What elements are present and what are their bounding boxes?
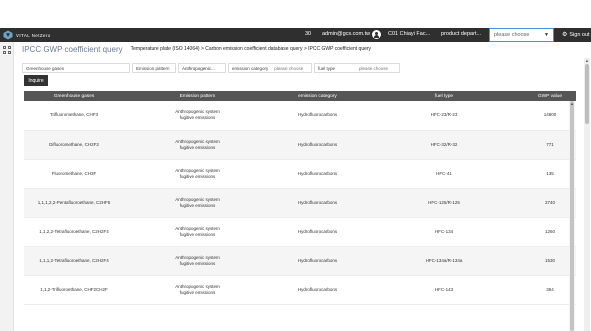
- cell-gas: 1,1,1,2-Tetrafluoroethane, C2H2F4: [24, 246, 124, 276]
- cell-gas: 1,1,2,2-Tetrafluoroethane, C2H2F4: [24, 217, 124, 247]
- cell-pattern: Anthropogenic system fugitive emissions: [124, 101, 271, 131]
- chevron-down-icon: ▼: [544, 32, 549, 38]
- results-table: Greenhouse gases Emission pattern emissi…: [24, 91, 576, 331]
- cell-pattern: Anthropogenic system fugitive emissions: [124, 130, 271, 160]
- header-emission-category[interactable]: emission category: [271, 91, 364, 101]
- cell-pattern: Anthropogenic system fugitive emissions: [124, 246, 271, 276]
- notification-count[interactable]: 30: [305, 31, 311, 37]
- cell-category: Hydrofluorocarbons: [271, 101, 364, 131]
- table-row[interactable]: 1,1,2-Trifluoroethane, CHF2CH2F Anthropo…: [24, 275, 576, 305]
- cell-category: Hydrofluorocarbons: [271, 130, 364, 160]
- table-scrollbar[interactable]: ▲: [569, 101, 575, 331]
- sign-out-button[interactable]: ⚙ Sign out: [562, 31, 590, 39]
- table-row[interactable]: 1,1,1,2-Tetrafluoroethane, C2H2F4 Anthro…: [24, 246, 576, 276]
- sidebar: [0, 42, 14, 331]
- table-row[interactable]: Fluoromethane, CH3F Anthropogenic system…: [24, 159, 576, 189]
- cell-category: Hydrofluorocarbons: [271, 159, 364, 189]
- table-row[interactable]: Difluoromethane, CH2F2 Anthropogenic sys…: [24, 130, 576, 160]
- emission-pattern-value: Anthropogenic...: [182, 65, 215, 71]
- header-gwp-value[interactable]: GWP value: [524, 91, 576, 101]
- table-scrollbar-thumb[interactable]: [570, 101, 574, 331]
- vital-logo-icon: [3, 30, 13, 40]
- scroll-up-icon[interactable]: ▲: [569, 101, 575, 107]
- department-selector[interactable]: product depart...: [441, 31, 481, 37]
- fuel-type-label: fuel type: [318, 65, 336, 71]
- title-bar: IPCC GWP coefficient query Temperature p…: [14, 42, 591, 56]
- cell-pattern: Anthropogenic system fugitive emissions: [124, 159, 271, 189]
- emission-pattern-select[interactable]: Anthropogenic...: [178, 63, 226, 73]
- cell-fuel: HFC-143: [364, 275, 524, 305]
- cell-gas: Difluoromethane, CH2F2: [24, 130, 124, 160]
- greenhouse-gases-input[interactable]: Greenhouse gases: [22, 63, 130, 73]
- emission-category-select[interactable]: emission category please choose: [228, 63, 312, 73]
- user-email[interactable]: admin@gcs.com.tw: [322, 31, 370, 37]
- cell-category: Hydrofluorocarbons: [271, 217, 364, 247]
- factory-selector[interactable]: C01 Chiayi Fac...: [388, 31, 430, 37]
- header-fuel-type[interactable]: fuel type: [364, 91, 524, 101]
- logo[interactable]: VITAL NetZero: [3, 28, 51, 42]
- table-row[interactable]: 1,1,2,2-Tetrafluoroethane, C2H2F4 Anthro…: [24, 217, 576, 247]
- cell-pattern: Anthropogenic system fugitive emissions: [124, 275, 271, 305]
- fuel-type-select[interactable]: fuel type please choose: [314, 63, 400, 73]
- cell-fuel: HFC-134a/R-134a: [364, 246, 524, 276]
- cell-fuel: HFC-125/R-125: [364, 188, 524, 218]
- table-header-row: Greenhouse gases Emission pattern emissi…: [24, 91, 576, 101]
- cell-category: Hydrofluorocarbons: [271, 275, 364, 305]
- header-greenhouse-gases[interactable]: Greenhouse gases: [24, 91, 124, 101]
- emission-pattern-label-box: Emission pattern: [132, 63, 176, 73]
- cell-pattern: Anthropogenic system fugitive emissions: [124, 188, 271, 218]
- cell-gas: 1,1,2-Trifluoroethane, CHF2CH2F: [24, 275, 124, 305]
- cell-fuel: HFC-23/R-23: [364, 101, 524, 131]
- breadcrumb[interactable]: Temperature plate (ISO 14064) > Carbon e…: [131, 46, 371, 52]
- emission-category-value: please choose: [274, 65, 304, 71]
- filter-bar: Greenhouse gases Emission pattern Anthro…: [22, 62, 402, 74]
- cell-fuel: HFC-134: [364, 217, 524, 247]
- inquire-button[interactable]: Inquire: [24, 75, 48, 86]
- logo-text: VITAL NetZero: [16, 32, 51, 38]
- sign-out-label: Sign out: [569, 31, 590, 38]
- grid-menu-icon[interactable]: [3, 46, 11, 54]
- topbar-select-value: please choose: [494, 32, 530, 38]
- table-row[interactable]: Trifluoromethane, CHF3 Anthropogenic sys…: [24, 101, 576, 131]
- user-avatar-icon[interactable]: [372, 30, 381, 39]
- cell-gas: 1,1,1,2,2-Pentafluoroethane, C2HF5: [24, 188, 124, 218]
- cell-category: Hydrofluorocarbons: [271, 246, 364, 276]
- cell-pattern: Anthropogenic system fugitive emissions: [124, 217, 271, 247]
- gear-icon: ⚙: [562, 32, 568, 38]
- emission-pattern-label: Emission pattern: [136, 65, 170, 71]
- cell-gas: Trifluoromethane, CHF3: [24, 101, 124, 131]
- cell-fuel: HFC-32/R-32: [364, 130, 524, 160]
- cell-gas: Fluoromethane, CH3F: [24, 159, 124, 189]
- page-scrollbar-thumb[interactable]: [585, 64, 589, 124]
- emission-category-label: emission category: [232, 65, 269, 71]
- table-row[interactable]: 1,1,1,2,2-Pentafluoroethane, C2HF5 Anthr…: [24, 188, 576, 218]
- page-title: IPCC GWP coefficient query: [22, 44, 123, 54]
- topbar-select[interactable]: please choose ▼: [489, 28, 554, 42]
- header-emission-pattern[interactable]: Emission pattern: [124, 91, 271, 101]
- fuel-type-value: please choose: [359, 65, 389, 71]
- cell-category: Hydrofluorocarbons: [271, 188, 364, 218]
- greenhouse-gases-label: Greenhouse gases: [26, 65, 65, 71]
- page-scrollbar[interactable]: ▲: [584, 58, 590, 331]
- cell-fuel: HFC-41: [364, 159, 524, 189]
- top-navigation-bar: VITAL NetZero 30 admin@gcs.com.tw C01 Ch…: [0, 28, 591, 42]
